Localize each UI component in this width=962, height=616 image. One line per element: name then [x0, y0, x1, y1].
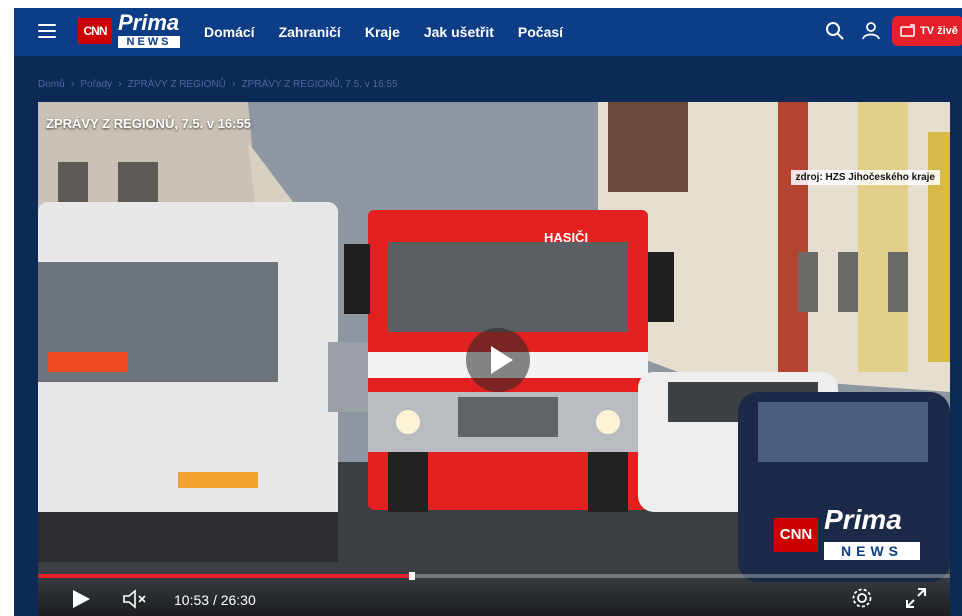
- nav-item-zahranici[interactable]: Zahraničí: [279, 24, 341, 40]
- fullscreen-icon[interactable]: [904, 586, 928, 610]
- channel-watermark: CNN Prima NEWS: [774, 504, 924, 562]
- breadcrumb: Domů › Pořady › ZPRÁVY Z REGIONŮ › ZPRÁV…: [38, 78, 398, 90]
- progress-handle[interactable]: [408, 572, 415, 580]
- breadcrumb-home[interactable]: Domů: [38, 79, 65, 90]
- watermark-news: NEWS: [824, 542, 920, 560]
- tv-icon: [900, 24, 915, 37]
- chevron-right-icon: ›: [118, 78, 122, 90]
- time-display: 10:53 / 26:30: [174, 592, 256, 608]
- main-nav: Domácí Zahraničí Kraje Jak ušetřit Počas…: [204, 8, 563, 56]
- tv-live-button[interactable]: TV živě: [892, 16, 962, 46]
- nav-item-jak-usetrit[interactable]: Jak ušetřit: [424, 24, 494, 40]
- site-logo[interactable]: CNN Prima NEWS: [78, 10, 182, 50]
- nav-item-pocasi[interactable]: Počasí: [518, 24, 563, 40]
- play-overlay-button[interactable]: [466, 328, 530, 392]
- watermark-cnn: CNN: [774, 518, 818, 552]
- nav-item-kraje[interactable]: Kraje: [365, 24, 400, 40]
- chevron-right-icon: ›: [231, 78, 236, 90]
- breadcrumb-porady[interactable]: Pořady: [80, 79, 112, 90]
- progress-fill: [38, 574, 412, 578]
- site-header: CNN Prima NEWS Domácí Zahraničí Kraje Ja…: [14, 8, 962, 56]
- chevron-right-icon: ›: [70, 78, 75, 90]
- logo-news: NEWS: [118, 36, 180, 48]
- nav-item-domaci[interactable]: Domácí: [204, 24, 255, 40]
- menu-icon[interactable]: [38, 24, 56, 38]
- gear-icon[interactable]: [850, 586, 874, 610]
- mute-icon[interactable]: [122, 588, 150, 610]
- tv-live-label: TV živě: [920, 25, 958, 37]
- breadcrumb-show[interactable]: ZPRÁVY Z REGIONŮ: [128, 79, 226, 90]
- video-player[interactable]: HASIČI ZPRÁVY Z REGIONŮ, 7.5. v 16:55 zd…: [38, 102, 950, 616]
- logo-prima: Prima: [118, 10, 180, 35]
- page-frame: CNN Prima NEWS Domácí Zahraničí Kraje Ja…: [14, 8, 962, 616]
- source-caption: zdroj: HZS Jihočeského kraje: [790, 170, 940, 185]
- current-time: 10:53: [174, 592, 210, 608]
- duration: 26:30: [220, 592, 256, 608]
- video-title: ZPRÁVY Z REGIONŮ, 7.5. v 16:55: [46, 116, 251, 131]
- play-icon[interactable]: [70, 588, 92, 610]
- truck-label: HASIČI: [544, 230, 588, 245]
- watermark-prima: Prima: [824, 504, 902, 535]
- search-icon[interactable]: [824, 20, 846, 42]
- player-controls: 10:53 / 26:30: [38, 572, 950, 616]
- user-icon[interactable]: [860, 20, 882, 42]
- breadcrumb-episode: ZPRÁVY Z REGIONŮ, 7.5. v 16:55: [241, 78, 398, 90]
- logo-cnn: CNN: [78, 18, 112, 44]
- time-separator: /: [212, 592, 217, 608]
- progress-bar[interactable]: [38, 572, 950, 580]
